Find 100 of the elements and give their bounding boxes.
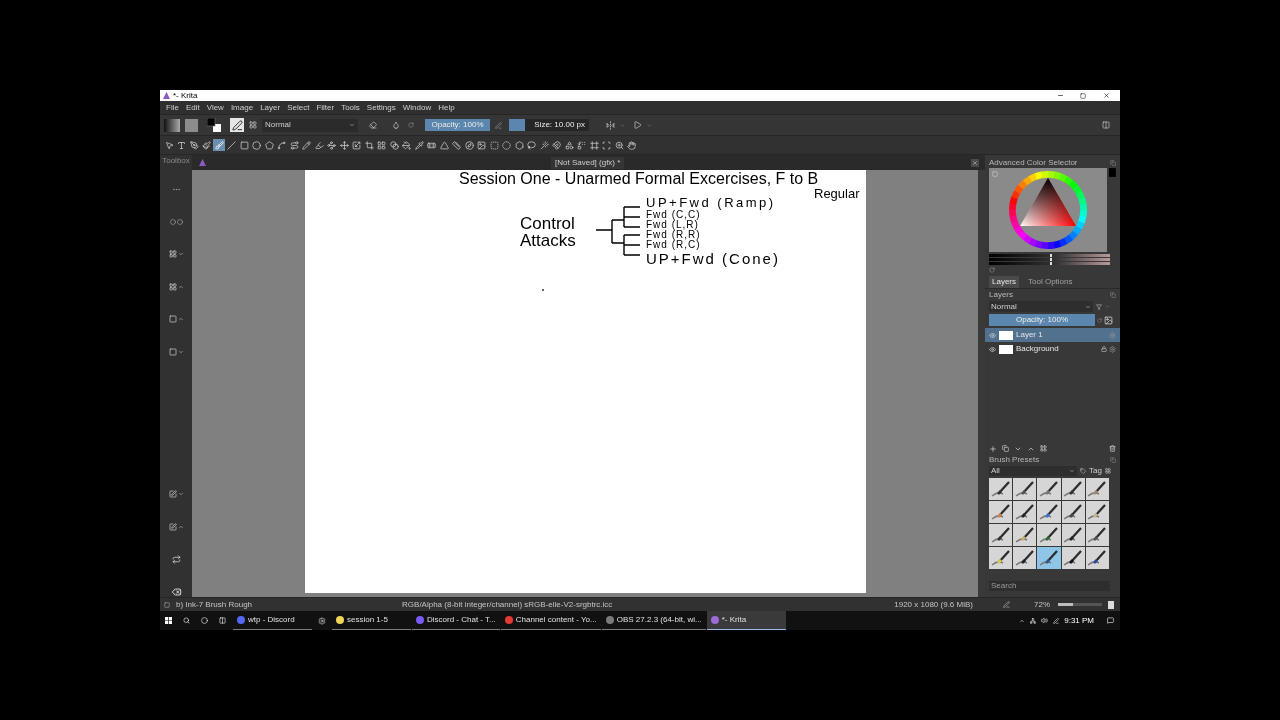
mirror-icon[interactable] — [606, 120, 615, 130]
tool-button[interactable] — [250, 139, 263, 151]
chevron-up-icon[interactable] — [1019, 617, 1026, 624]
brush-preset-tile[interactable] — [1085, 524, 1109, 546]
tool-button[interactable] — [600, 139, 613, 151]
color-wheel[interactable] — [1009, 171, 1088, 249]
tool-button[interactable] — [525, 139, 538, 151]
tool-button[interactable] — [350, 139, 363, 151]
brush-preset-tile[interactable] — [1013, 547, 1037, 569]
brush-preset-tile[interactable] — [989, 478, 1013, 500]
toolbox-button[interactable] — [166, 314, 186, 325]
eraser-icon[interactable] — [369, 121, 377, 129]
tool-button[interactable] — [538, 139, 550, 151]
pen-icon[interactable] — [1003, 601, 1010, 608]
tag-filter-dropdown[interactable]: All — [989, 466, 1077, 476]
tool-button[interactable] — [163, 139, 175, 151]
opacity-slider[interactable]: Opacity: 100% — [425, 119, 490, 131]
tool-button[interactable] — [263, 139, 275, 151]
brush-preset-tile[interactable] — [989, 524, 1013, 546]
taskbar-window-button[interactable]: wtp - Discord — [233, 611, 312, 630]
current-color-swatch[interactable] — [1109, 168, 1116, 177]
tool-button[interactable] — [225, 139, 238, 151]
add-layer-icon[interactable] — [989, 444, 997, 453]
menu-item[interactable]: Help — [438, 103, 455, 112]
notification-icon[interactable] — [1107, 617, 1114, 624]
layer-row[interactable]: Background — [985, 342, 1120, 356]
vertical-scrollbar[interactable] — [978, 170, 985, 597]
layer-opacity-slider[interactable]: Opacity: 100% — [989, 314, 1095, 326]
tool-button[interactable] — [338, 139, 350, 151]
filter-icon[interactable] — [1096, 303, 1102, 310]
tool-button[interactable] — [563, 139, 575, 151]
blend-mode-dropdown[interactable]: Normal — [262, 118, 358, 132]
menu-item[interactable]: Filter — [316, 103, 335, 112]
grid-icon[interactable] — [1040, 445, 1047, 452]
taskbar-window-button[interactable]: *- Krita — [706, 611, 786, 630]
foreground-background-colors-icon[interactable] — [207, 118, 221, 132]
brush-preset-tile[interactable] — [1013, 524, 1037, 546]
tool-button[interactable] — [200, 139, 213, 151]
tool-button[interactable] — [175, 139, 188, 151]
taskbar-window-button[interactable]: Discord - Chat - T... — [412, 611, 500, 630]
slider-handle[interactable] — [1049, 262, 1052, 265]
tool-button[interactable] — [613, 139, 625, 151]
blend-mode-dropdown[interactable]: Normal — [989, 301, 1093, 312]
brush-preset-tile[interactable] — [1013, 478, 1037, 500]
tool-button[interactable] — [188, 139, 200, 151]
brush-preset-tile[interactable] — [1085, 478, 1109, 500]
color-slider[interactable] — [989, 254, 1110, 257]
size-slider[interactable]: Size: 10.00 px — [509, 119, 589, 131]
tool-button[interactable] — [238, 139, 250, 151]
document-tab[interactable]: [Not Saved] (gfx) * — [551, 156, 625, 169]
tool-button[interactable] — [413, 139, 425, 151]
toolbox-button[interactable] — [166, 489, 186, 500]
grid-icon[interactable] — [1104, 468, 1111, 474]
grid-icon[interactable] — [249, 121, 257, 129]
brush-preset-button[interactable] — [230, 118, 244, 132]
maximize-button[interactable] — [1079, 91, 1087, 100]
tool-button[interactable] — [288, 139, 300, 151]
close-tab-button[interactable] — [971, 158, 979, 167]
color-slider[interactable] — [989, 262, 1110, 265]
menu-item[interactable]: Select — [287, 103, 310, 112]
tool-button[interactable] — [275, 139, 288, 151]
toolbox-button[interactable] — [166, 281, 186, 292]
taskbar-window-button[interactable]: Channel content - Yo... — [500, 611, 601, 630]
document-icon[interactable] — [1108, 600, 1114, 609]
menu-item[interactable]: Window — [402, 103, 432, 112]
tool-button[interactable] — [313, 139, 325, 151]
gradient-swatch[interactable] — [164, 118, 180, 132]
brush-preset-tile[interactable] — [1085, 501, 1109, 523]
tool-button[interactable] — [438, 139, 450, 151]
droplet-icon[interactable] — [392, 121, 400, 129]
close-button[interactable] — [1102, 91, 1110, 100]
toolbox-button[interactable] — [166, 521, 186, 532]
brush-preset-tile[interactable] — [989, 501, 1013, 523]
lock-icon[interactable] — [1101, 346, 1107, 352]
brush-preset-tile[interactable] — [1037, 478, 1061, 500]
menu-item[interactable]: Tools — [341, 103, 360, 112]
zoom-slider[interactable] — [1058, 603, 1102, 606]
tool-button[interactable] — [463, 139, 475, 151]
tool-button[interactable] — [588, 139, 600, 151]
taskbar-window-button[interactable]: OBS 27.2.3 (64-bit, wi... — [601, 611, 706, 630]
tag-icon[interactable] — [1080, 468, 1086, 474]
tool-button[interactable] — [500, 139, 513, 151]
menu-item[interactable]: View — [206, 103, 224, 112]
tool-button[interactable] — [475, 139, 488, 151]
tool-button[interactable] — [450, 139, 463, 151]
triangle-icon[interactable] — [634, 121, 642, 129]
brush-preset-tile[interactable] — [989, 547, 1013, 569]
brush-preset-tile[interactable] — [1037, 501, 1061, 523]
gear-icon[interactable] — [1109, 345, 1116, 353]
color-slider[interactable] — [989, 258, 1110, 261]
brush-preset-tile[interactable] — [1037, 524, 1061, 546]
brush-preset-tile[interactable] — [1085, 547, 1109, 569]
canvas-page[interactable]: Session One - Unarmed Formal Excercises, F to B Regular Control Attacks UP+Fwd (Ramp) Fwd (C,C) Fwd (L,R) Fwd (R,R) Fwd (R,C) UP+Fwd (Cone) — [305, 170, 866, 593]
tool-button[interactable] — [625, 139, 638, 151]
network-icon[interactable] — [1030, 617, 1037, 624]
tool-button[interactable] — [325, 139, 338, 151]
brush-preset-tile[interactable] — [1013, 501, 1037, 523]
image-icon[interactable] — [1104, 315, 1113, 325]
menu-item[interactable]: Edit — [185, 103, 200, 112]
tool-button[interactable] — [363, 139, 375, 151]
